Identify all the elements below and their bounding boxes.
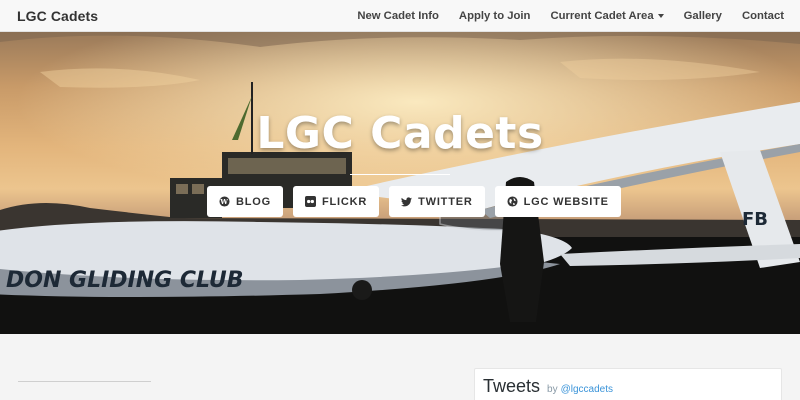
nav-link-label: New Cadet Info [357, 9, 439, 22]
tweets-by-label: by [547, 384, 558, 395]
svg-text:W: W [219, 198, 228, 206]
top-navbar: LGC Cadets New Cadet Info Apply to Join … [0, 0, 800, 32]
section-divider [18, 381, 151, 382]
globe-icon [507, 196, 518, 207]
flickr-button[interactable]: FLICKR [292, 186, 380, 217]
hero-title: LGC Cadets [256, 108, 544, 159]
nav-dropdown-current-cadet-area[interactable]: Current Cadet Area [550, 9, 664, 22]
nav-link-label: Current Cadet Area [550, 9, 654, 22]
nav-link-label: Apply to Join [458, 9, 531, 22]
flickr-icon [304, 196, 316, 207]
twitter-button[interactable]: TWITTER [389, 186, 485, 217]
caret-down-icon [657, 13, 664, 18]
nav-link-apply-to-join[interactable]: Apply to Join [459, 10, 531, 22]
tail-registration: FB [742, 209, 768, 230]
hero-banner: DON GLIDING CLUB FB LGC Cadets W BLOG FL… [0, 32, 800, 334]
nav-link-new-cadet-info[interactable]: New Cadet Info [357, 10, 439, 22]
nav-link-gallery[interactable]: Gallery [684, 10, 722, 22]
blog-button[interactable]: W BLOG [207, 186, 283, 217]
twitter-icon [401, 196, 413, 207]
tweets-header: Tweets by @lgccadets [483, 376, 613, 397]
twitter-timeline-widget: Tweets by @lgccadets [474, 368, 782, 400]
twitter-handle-link[interactable]: @lgccadets [561, 384, 613, 395]
tweets-title: Tweets [483, 376, 541, 396]
title-divider [350, 174, 450, 175]
twitter-button-label: TWITTER [418, 195, 473, 208]
nav-link-label: Gallery [683, 9, 722, 22]
lgc-website-button[interactable]: LGC WEBSITE [494, 186, 621, 217]
nav-menu: New Cadet Info Apply to Join Current Cad… [337, 0, 784, 32]
wordpress-icon: W [219, 196, 230, 207]
lgc-website-button-label: LGC WEBSITE [523, 195, 609, 208]
fuselage-lettering: DON GLIDING CLUB [6, 268, 243, 293]
flickr-button-label: FLICKR [321, 195, 368, 208]
social-button-group: W BLOG FLICKR TWITTER LGC WEBSITE [207, 186, 621, 217]
nav-link-contact[interactable]: Contact [742, 10, 784, 22]
blog-button-label: BLOG [236, 195, 271, 208]
hero-photo: DON GLIDING CLUB FB [0, 32, 800, 334]
brand-link[interactable]: LGC Cadets [17, 8, 98, 24]
nav-link-label: Contact [741, 9, 784, 22]
